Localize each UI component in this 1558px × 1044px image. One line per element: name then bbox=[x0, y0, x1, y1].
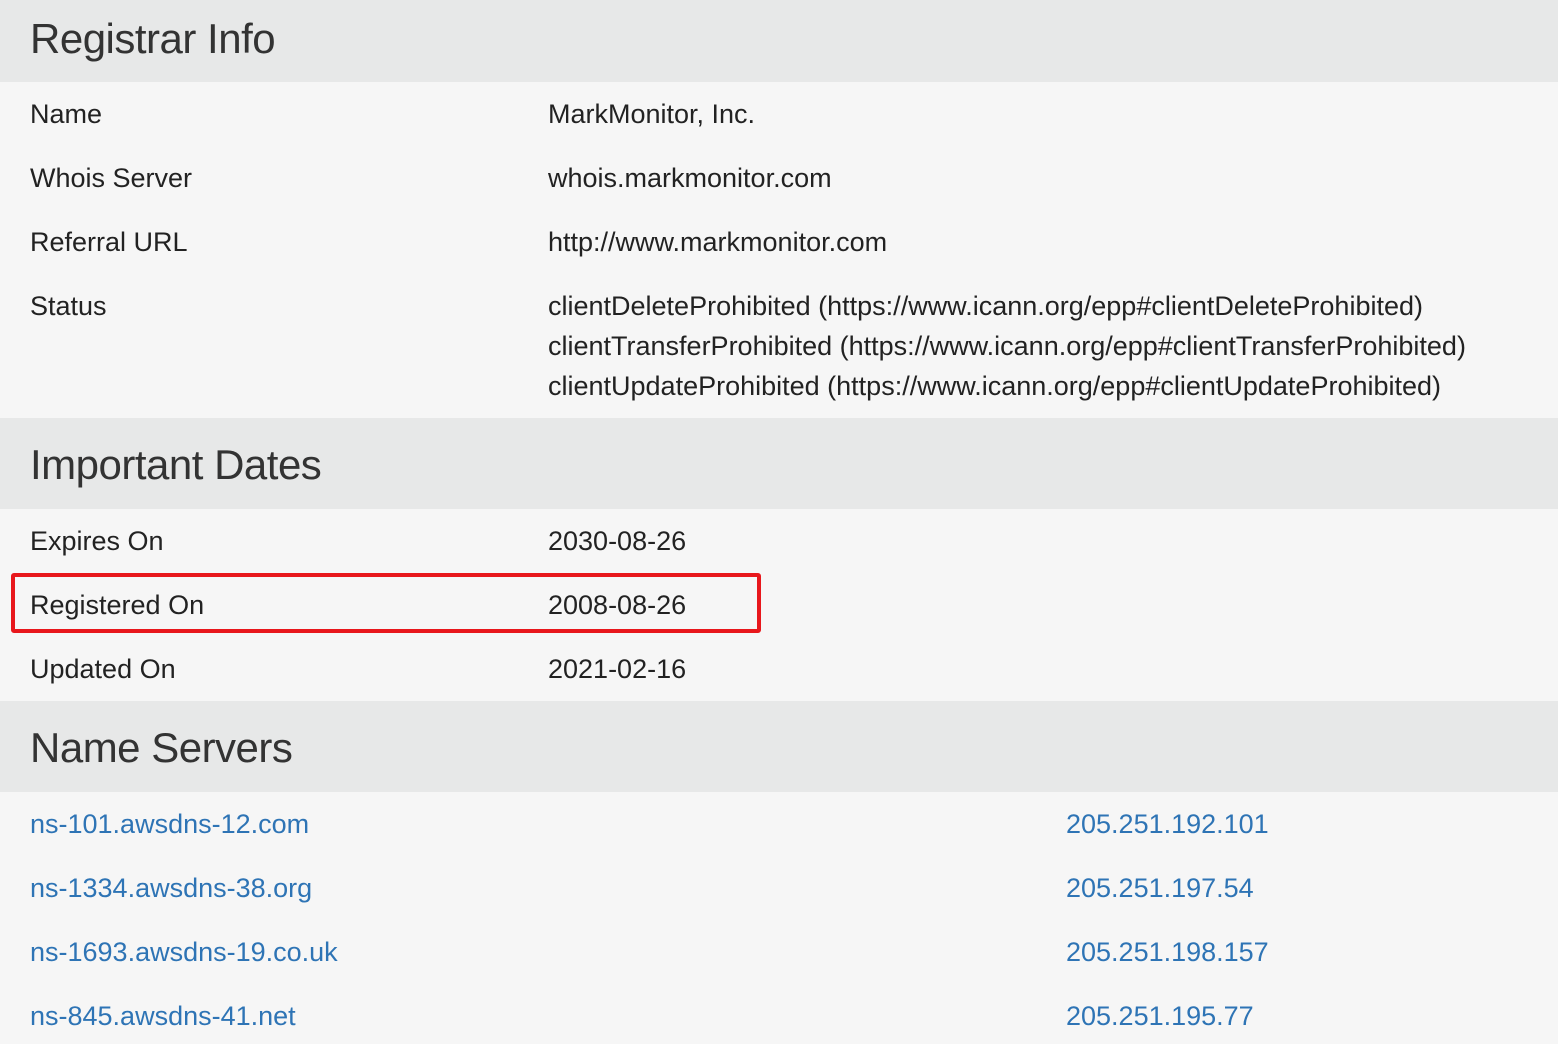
name-server-ip-link[interactable]: 205.251.197.54 bbox=[1066, 868, 1254, 908]
registered-on-label: Registered On bbox=[30, 590, 205, 620]
updated-on-label: Updated On bbox=[30, 654, 176, 684]
name-server-host-link[interactable]: ns-1334.awsdns-38.org bbox=[30, 868, 312, 908]
referral-url-label: Referral URL bbox=[30, 227, 188, 257]
registrar-info-title: Registrar Info bbox=[30, 15, 276, 62]
referral-url-value: http://www.markmonitor.com bbox=[548, 227, 888, 257]
whois-server-label: Whois Server bbox=[30, 163, 193, 193]
name-server-ip-link[interactable]: 205.251.198.157 bbox=[1066, 932, 1269, 972]
status-client-update-prohibited: clientUpdateProhibited (https://www.ican… bbox=[548, 371, 1442, 401]
whois-page: Registrar Info Name MarkMonitor, Inc. Wh… bbox=[0, 0, 1558, 1044]
registrar-name-label: Name bbox=[30, 99, 103, 129]
registrar-info-header: Registrar Info bbox=[0, 0, 1558, 82]
name-server-ip-link[interactable]: 205.251.195.77 bbox=[1066, 996, 1254, 1036]
expires-on-value: 2030-08-26 bbox=[548, 526, 687, 556]
important-dates-title: Important Dates bbox=[30, 441, 322, 488]
name-server-host-link[interactable]: ns-1693.awsdns-19.co.uk bbox=[30, 932, 338, 972]
status-client-transfer-prohibited: clientTransferProhibited (https://www.ic… bbox=[548, 331, 1466, 361]
status-values: clientDeleteProhibited (https://www.ican… bbox=[548, 286, 1466, 406]
name-server-host-link[interactable]: ns-101.awsdns-12.com bbox=[30, 804, 309, 844]
important-dates-header: Important Dates bbox=[0, 418, 1558, 509]
name-server-ip-link[interactable]: 205.251.192.101 bbox=[1066, 804, 1269, 844]
name-servers-header: Name Servers bbox=[0, 701, 1558, 792]
status-client-delete-prohibited: clientDeleteProhibited (https://www.ican… bbox=[548, 291, 1423, 321]
status-label: Status bbox=[30, 291, 107, 321]
updated-on-value: 2021-02-16 bbox=[548, 654, 687, 684]
name-servers-title: Name Servers bbox=[30, 724, 293, 771]
registered-on-value: 2008-08-26 bbox=[548, 590, 687, 620]
whois-server-value: whois.markmonitor.com bbox=[548, 163, 832, 193]
expires-on-label: Expires On bbox=[30, 526, 164, 556]
registrar-name-value: MarkMonitor, Inc. bbox=[548, 99, 756, 129]
name-server-host-link[interactable]: ns-845.awsdns-41.net bbox=[30, 996, 296, 1036]
